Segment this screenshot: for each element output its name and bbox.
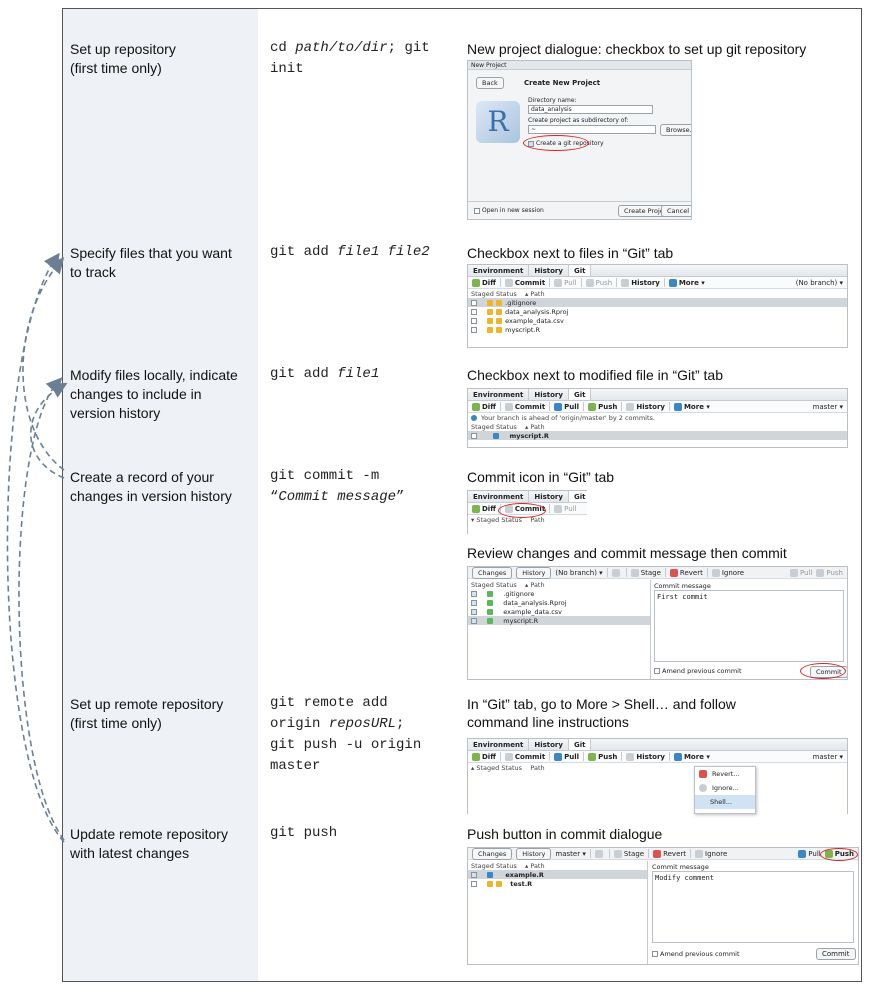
arrow-update-to-specify — [6, 252, 65, 843]
arrow-update-to-modify — [18, 377, 65, 841]
arrow-loop-to-specify — [22, 257, 65, 471]
workflow-arrows — [6, 252, 68, 843]
